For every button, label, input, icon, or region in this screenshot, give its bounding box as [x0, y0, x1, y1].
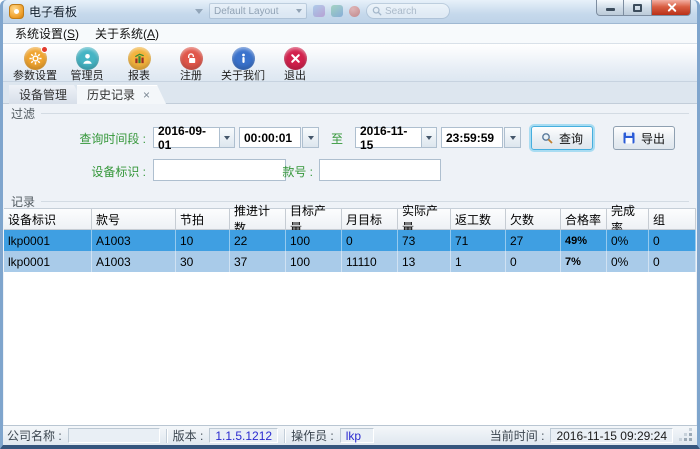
chevron-down-icon[interactable] — [195, 9, 203, 14]
column-header[interactable]: 实际产量 — [398, 209, 451, 230]
column-header[interactable]: 合格率 — [561, 209, 607, 230]
device-id-label: 设备标识 : — [3, 163, 146, 180]
chevron-down-icon — [296, 9, 302, 13]
menu-bar: 系统设置(S) 关于系统(A) — [3, 24, 697, 44]
filter-zone: 查询时间段 : 2016-09-01 00:00:01 至 2016-11-15… — [3, 120, 697, 192]
style-no-label: 款号 : — [253, 163, 313, 180]
chevron-down-icon — [308, 136, 314, 140]
layout-load-icon[interactable] — [331, 5, 343, 17]
column-header[interactable]: 节拍 — [176, 209, 230, 230]
time-to-input[interactable]: 23:59:59 — [441, 127, 503, 148]
info-icon — [232, 47, 255, 70]
title-bar[interactable]: 电子看板 Default Layout Search — [3, 0, 697, 24]
search-box[interactable]: Search — [366, 3, 450, 19]
current-time-value: 2016-11-15 09:29:24 — [550, 428, 673, 443]
column-header[interactable]: 目标产量 — [286, 209, 342, 230]
chevron-down-icon — [510, 136, 516, 140]
status-divider — [166, 429, 167, 443]
toolbar-about-us[interactable]: 关于我们 — [217, 45, 269, 83]
tab-history-records[interactable]: 历史记录 × — [77, 85, 166, 104]
app-window: 电子看板 Default Layout Search — [0, 0, 700, 449]
date-to-picker[interactable]: 2016-11-15 — [355, 127, 437, 148]
layout-save-icon[interactable] — [313, 5, 325, 17]
group-divider — [41, 201, 689, 202]
column-header[interactable]: 设备标识 — [4, 209, 92, 230]
titlebar-embedded-toolbar: Default Layout Search — [195, 3, 450, 19]
toolbar-register[interactable]: 注册 — [165, 45, 217, 83]
main-content: 过滤 查询时间段 : 2016-09-01 00:00:01 至 2016-11… — [3, 104, 697, 425]
person-icon — [76, 47, 99, 70]
status-divider — [284, 429, 285, 443]
minimize-icon — [606, 8, 615, 11]
group-divider — [41, 113, 689, 114]
toolbar-parameter-settings[interactable]: 参数设置 — [9, 45, 61, 83]
menu-system-settings[interactable]: 系统设置(S) — [7, 23, 87, 44]
date-from-picker[interactable]: 2016-09-01 — [153, 127, 235, 148]
toolbar-report[interactable]: 报表 — [113, 45, 165, 83]
minimize-button[interactable] — [596, 0, 624, 16]
toolbar-administrator[interactable]: 管理员 — [61, 45, 113, 83]
close-icon — [666, 2, 677, 13]
records-grid: 设备标识 款号 节拍 推进计数 目标产量 月目标 实际产量 返工数 欠数 合格率… — [4, 208, 696, 425]
tab-close-icon[interactable]: × — [143, 90, 150, 100]
operator-value: lkp — [340, 428, 374, 443]
chart-icon — [128, 47, 151, 70]
search-icon — [372, 6, 382, 16]
table-row[interactable]: lkp0001 A1003 30 37 100 11110 13 1 0 7% … — [4, 251, 696, 272]
export-button[interactable]: 导出 — [613, 126, 675, 150]
maximize-button[interactable] — [624, 0, 651, 16]
maximize-icon — [633, 4, 642, 12]
menu-about-system[interactable]: 关于系统(A) — [87, 23, 167, 44]
filter-group-header: 过滤 — [3, 104, 697, 120]
tab-strip: 设备管理 历史记录 × — [3, 82, 697, 104]
floppy-icon — [623, 132, 635, 144]
record-icon[interactable] — [349, 6, 360, 17]
column-header[interactable]: 完成率 — [607, 209, 649, 230]
column-header[interactable]: 月目标 — [342, 209, 398, 230]
to-label: 至 — [325, 130, 349, 147]
time-range-label: 查询时间段 : — [3, 130, 146, 147]
records-group-title: 记录 — [11, 193, 35, 210]
search-icon — [541, 132, 553, 144]
status-bar: 公司名称 : 版本 : 1.1.5.1212 操作员 : lkp 当前时间 : … — [3, 425, 697, 445]
exit-icon — [284, 47, 307, 70]
close-button[interactable] — [651, 0, 691, 16]
operator-label: 操作员 : — [291, 427, 334, 444]
notification-badge — [41, 46, 48, 53]
company-name-label: 公司名称 : — [7, 427, 62, 444]
main-toolbar: 参数设置 管理员 报表 — [3, 44, 697, 82]
column-header[interactable]: 欠数 — [506, 209, 561, 230]
column-header[interactable]: 推进计数 — [230, 209, 286, 230]
records-group-header: 记录 — [3, 192, 697, 208]
time-from-input[interactable]: 00:00:01 — [239, 127, 301, 148]
time-from-dropdown-button[interactable] — [302, 127, 319, 148]
resize-grip-icon[interactable] — [681, 430, 693, 442]
grid-header-row: 设备标识 款号 节拍 推进计数 目标产量 月目标 实际产量 返工数 欠数 合格率… — [4, 209, 696, 230]
company-name-value — [68, 428, 160, 443]
column-header[interactable]: 组 — [649, 209, 696, 230]
style-no-input[interactable] — [319, 159, 441, 181]
gear-icon — [24, 47, 47, 70]
search-placeholder: Search — [385, 6, 417, 17]
layout-combo-value: Default Layout — [214, 6, 279, 17]
grid-empty-area — [4, 272, 696, 425]
chevron-down-icon[interactable] — [421, 128, 436, 147]
app-icon — [9, 4, 24, 19]
window-controls — [596, 0, 691, 16]
filter-group-title: 过滤 — [11, 105, 35, 122]
version-value: 1.1.5.1212 — [209, 428, 278, 443]
chevron-down-icon[interactable] — [219, 128, 234, 147]
toolbar-exit[interactable]: 退出 — [269, 45, 321, 83]
table-row[interactable]: lkp0001 A1003 10 22 100 0 73 71 27 49% 0… — [4, 230, 696, 251]
column-header[interactable]: 返工数 — [451, 209, 506, 230]
query-button[interactable]: 查询 — [531, 126, 593, 150]
current-time-label: 当前时间 : — [490, 427, 545, 444]
unlock-icon — [180, 47, 203, 70]
window-title: 电子看板 — [29, 3, 77, 20]
layout-combo[interactable]: Default Layout — [209, 3, 307, 19]
version-label: 版本 : — [173, 427, 204, 444]
column-header[interactable]: 款号 — [92, 209, 176, 230]
time-to-dropdown-button[interactable] — [504, 127, 521, 148]
tab-device-management[interactable]: 设备管理 — [9, 85, 83, 104]
